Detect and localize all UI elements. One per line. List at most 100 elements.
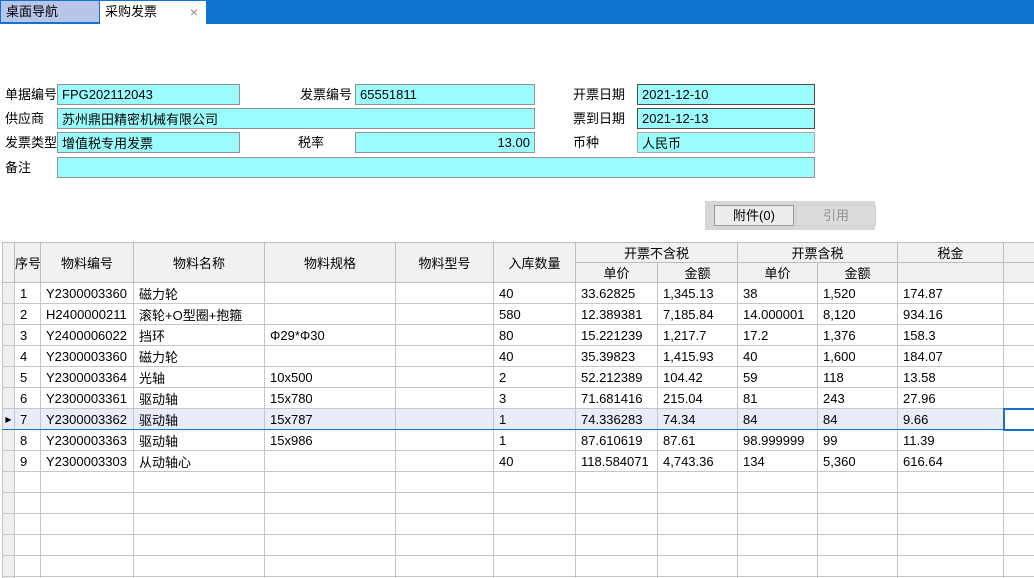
grid-cell[interactable]: Y2300003362 — [41, 409, 134, 430]
grid-cell[interactable]: H2400000211 — [41, 304, 134, 325]
grid-cell[interactable]: 74.336283 — [576, 409, 658, 430]
grid-cell[interactable] — [658, 556, 738, 577]
grid-cell[interactable] — [396, 451, 494, 472]
attachment-button[interactable]: 附件(0) — [714, 205, 794, 226]
grid-cell[interactable] — [898, 472, 1004, 493]
grid-cell[interactable]: 5,360 — [818, 451, 898, 472]
grid-cell[interactable]: 磁力轮 — [134, 283, 265, 304]
grid-cell[interactable] — [1004, 346, 1034, 367]
grid-cell[interactable] — [396, 535, 494, 556]
grid-cell[interactable] — [265, 493, 396, 514]
grid-cell[interactable] — [494, 472, 576, 493]
grid-cell[interactable]: 1 — [15, 283, 41, 304]
grid-cell[interactable]: 5 — [15, 367, 41, 388]
grid-cell[interactable] — [1004, 367, 1034, 388]
grid-cell[interactable] — [898, 535, 1004, 556]
grid-cell[interactable] — [265, 346, 396, 367]
tab-purchase-invoice[interactable]: 采购发票 × — [100, 1, 206, 24]
grid-cell[interactable]: 84 — [818, 409, 898, 430]
grid-cell[interactable]: 580 — [494, 304, 576, 325]
invoice-type-field[interactable] — [57, 132, 240, 153]
grid-cell[interactable] — [738, 514, 818, 535]
grid-cell[interactable] — [265, 451, 396, 472]
grid-cell[interactable]: 84 — [738, 409, 818, 430]
row-indicator-arrow-icon[interactable]: ▶ — [3, 409, 15, 430]
grid-cell[interactable] — [396, 409, 494, 430]
invoice-no-field[interactable] — [355, 84, 535, 105]
grid-cell[interactable] — [576, 472, 658, 493]
grid-cell[interactable]: 15x986 — [265, 430, 396, 451]
row-indicator[interactable] — [3, 514, 15, 535]
grid-cell[interactable] — [658, 493, 738, 514]
grid-cell[interactable]: 9.66 — [898, 409, 1004, 430]
grid-cell[interactable] — [41, 535, 134, 556]
grid-cell[interactable]: 40 — [494, 451, 576, 472]
grid-cell[interactable] — [41, 472, 134, 493]
grid-cell[interactable] — [738, 535, 818, 556]
grid-cell[interactable]: 7 — [15, 409, 41, 430]
grid-cell[interactable]: 11.39 — [898, 430, 1004, 451]
grid-cell[interactable] — [818, 535, 898, 556]
grid-cell[interactable]: 驱动轴 — [134, 409, 265, 430]
grid-cell[interactable] — [494, 514, 576, 535]
grid-cell[interactable]: Y2300003363 — [41, 430, 134, 451]
grid-cell[interactable] — [1004, 535, 1034, 556]
grid-cell[interactable]: 118 — [818, 367, 898, 388]
grid-cell[interactable]: 8 — [15, 430, 41, 451]
grid-cell[interactable]: 158.3 — [898, 325, 1004, 346]
grid-cell[interactable]: 15x787 — [265, 409, 396, 430]
grid-cell[interactable] — [396, 493, 494, 514]
grid-cell[interactable]: 10x500 — [265, 367, 396, 388]
grid-cell[interactable] — [1004, 283, 1034, 304]
grid-cell[interactable] — [576, 493, 658, 514]
row-indicator[interactable] — [3, 451, 15, 472]
grid-cell[interactable]: 9 — [15, 451, 41, 472]
grid-cell[interactable]: 驱动轴 — [134, 388, 265, 409]
grid-cell[interactable]: Y2300003303 — [41, 451, 134, 472]
grid-cell[interactable]: 40 — [494, 346, 576, 367]
grid-cell[interactable]: 3 — [494, 388, 576, 409]
grid-cell[interactable]: 52.212389 — [576, 367, 658, 388]
grid-cell[interactable] — [818, 514, 898, 535]
grid-cell[interactable] — [396, 514, 494, 535]
grid-cell[interactable] — [658, 535, 738, 556]
reference-button[interactable]: 引用 — [796, 205, 876, 226]
grid-cell[interactable]: 驱动轴 — [134, 430, 265, 451]
grid-cell[interactable] — [265, 304, 396, 325]
grid-cell[interactable]: Y2300003360 — [41, 346, 134, 367]
grid-cell[interactable] — [396, 556, 494, 577]
grid-cell[interactable]: 6 — [15, 388, 41, 409]
grid-cell[interactable]: Φ29*Φ30 — [265, 325, 396, 346]
grid-cell[interactable]: 27.96 — [898, 388, 1004, 409]
grid-cell[interactable]: 14.000001 — [738, 304, 818, 325]
grid-cell[interactable]: 71.681416 — [576, 388, 658, 409]
grid-cell[interactable]: 3 — [15, 325, 41, 346]
grid-cell[interactable]: 光轴 — [134, 367, 265, 388]
grid-cell[interactable]: 934.16 — [898, 304, 1004, 325]
grid-cell[interactable] — [15, 493, 41, 514]
grid-cell[interactable] — [134, 514, 265, 535]
grid-cell[interactable]: 1,345.13 — [658, 283, 738, 304]
grid-cell[interactable]: 8,120 — [818, 304, 898, 325]
grid-cell[interactable]: 1 — [494, 430, 576, 451]
grid-cell[interactable]: 81 — [738, 388, 818, 409]
grid-cell[interactable] — [396, 325, 494, 346]
grid-cell[interactable]: 184.07 — [898, 346, 1004, 367]
grid-cell[interactable] — [396, 472, 494, 493]
grid-cell[interactable] — [738, 493, 818, 514]
row-indicator[interactable] — [3, 304, 15, 325]
grid-cell[interactable] — [818, 472, 898, 493]
grid-cell[interactable]: 1,520 — [818, 283, 898, 304]
row-indicator[interactable] — [3, 283, 15, 304]
grid-cell[interactable]: 1 — [494, 409, 576, 430]
grid-cell[interactable] — [134, 556, 265, 577]
tax-rate-field[interactable] — [355, 132, 535, 153]
grid-cell[interactable] — [265, 556, 396, 577]
grid-cell[interactable] — [396, 304, 494, 325]
grid-cell[interactable]: 1,415.93 — [658, 346, 738, 367]
row-indicator[interactable] — [3, 430, 15, 451]
grid-cell[interactable]: 118.584071 — [576, 451, 658, 472]
grid-cell[interactable] — [15, 514, 41, 535]
grid-cell[interactable]: Y2400006022 — [41, 325, 134, 346]
grid-cell[interactable]: 4,743.36 — [658, 451, 738, 472]
